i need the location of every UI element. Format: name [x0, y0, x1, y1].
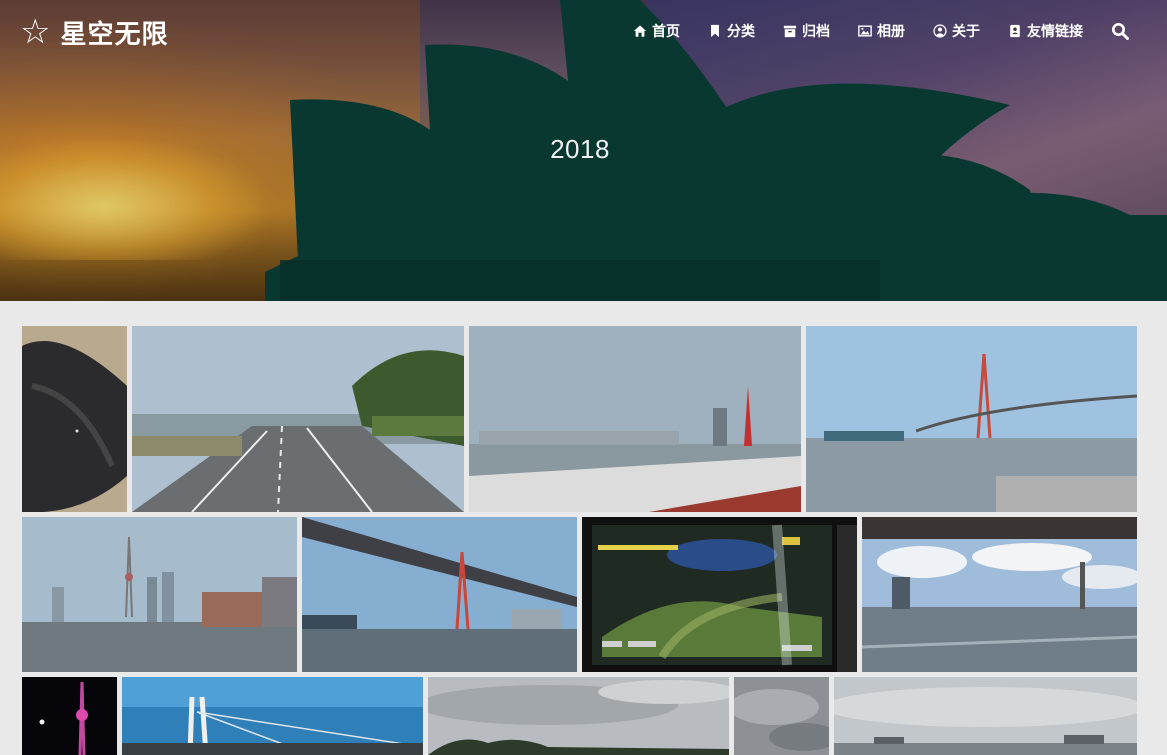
photo-image	[806, 326, 1137, 512]
photo-gallery	[22, 326, 1138, 755]
nav-item-categories[interactable]: 分类	[708, 21, 755, 41]
user-circle-icon	[933, 24, 947, 38]
site-brand-link[interactable]: ☆ 星空无限	[20, 12, 169, 52]
star-outline-icon: ☆	[20, 12, 51, 52]
nav-item-label: 首页	[652, 24, 680, 40]
nav-item-home[interactable]: 首页	[633, 21, 680, 41]
photo-image	[862, 517, 1137, 672]
gallery-photo[interactable]	[22, 326, 127, 512]
photo-image	[428, 677, 729, 755]
gallery-photo[interactable]	[862, 517, 1137, 672]
gallery-photo[interactable]	[834, 677, 1137, 755]
bookmark-icon	[711, 24, 719, 38]
site-title: 星空无限	[60, 19, 169, 50]
photo-image	[469, 326, 801, 512]
nav-item-label: 归档	[802, 24, 830, 40]
page-title: 2018	[550, 134, 610, 164]
nav-item-label: 友情链接	[1027, 24, 1083, 40]
photo-image	[834, 677, 1137, 755]
photo-image	[302, 517, 577, 672]
gallery-photo[interactable]	[22, 517, 297, 672]
photo-image	[734, 677, 829, 755]
nav-item-label: 关于	[952, 24, 980, 40]
nav-item-label: 相册	[877, 24, 905, 40]
gallery-photo[interactable]	[22, 677, 117, 755]
top-nav: 首页 分类 归档 相册 关于 友情链接	[633, 16, 1167, 46]
photo-image	[122, 677, 423, 755]
gallery-photo[interactable]	[469, 326, 801, 512]
gallery-photo[interactable]	[122, 677, 423, 755]
gallery-photo[interactable]	[132, 326, 464, 512]
nav-item-friend-links[interactable]: 友情链接	[1008, 21, 1083, 41]
home-icon	[633, 25, 647, 37]
gallery-photo[interactable]	[806, 326, 1137, 512]
nav-item-about[interactable]: 关于	[933, 21, 980, 41]
image-icon	[858, 25, 872, 37]
gallery-photo[interactable]	[302, 517, 577, 672]
search-button[interactable]	[1111, 22, 1129, 40]
photo-image	[582, 517, 857, 672]
photo-image	[22, 677, 117, 755]
gallery-photo[interactable]	[428, 677, 729, 755]
photo-image	[22, 517, 297, 672]
gallery-photo[interactable]	[582, 517, 857, 672]
nav-item-label: 分类	[727, 24, 755, 40]
photo-image	[132, 326, 464, 512]
nav-item-album[interactable]: 相册	[858, 21, 905, 41]
nav-item-archive[interactable]: 归档	[783, 21, 830, 41]
archive-icon	[783, 25, 797, 38]
address-book-icon	[1010, 24, 1020, 38]
search-icon	[1112, 23, 1129, 40]
gallery-photo[interactable]	[734, 677, 829, 755]
photo-image	[22, 326, 127, 512]
